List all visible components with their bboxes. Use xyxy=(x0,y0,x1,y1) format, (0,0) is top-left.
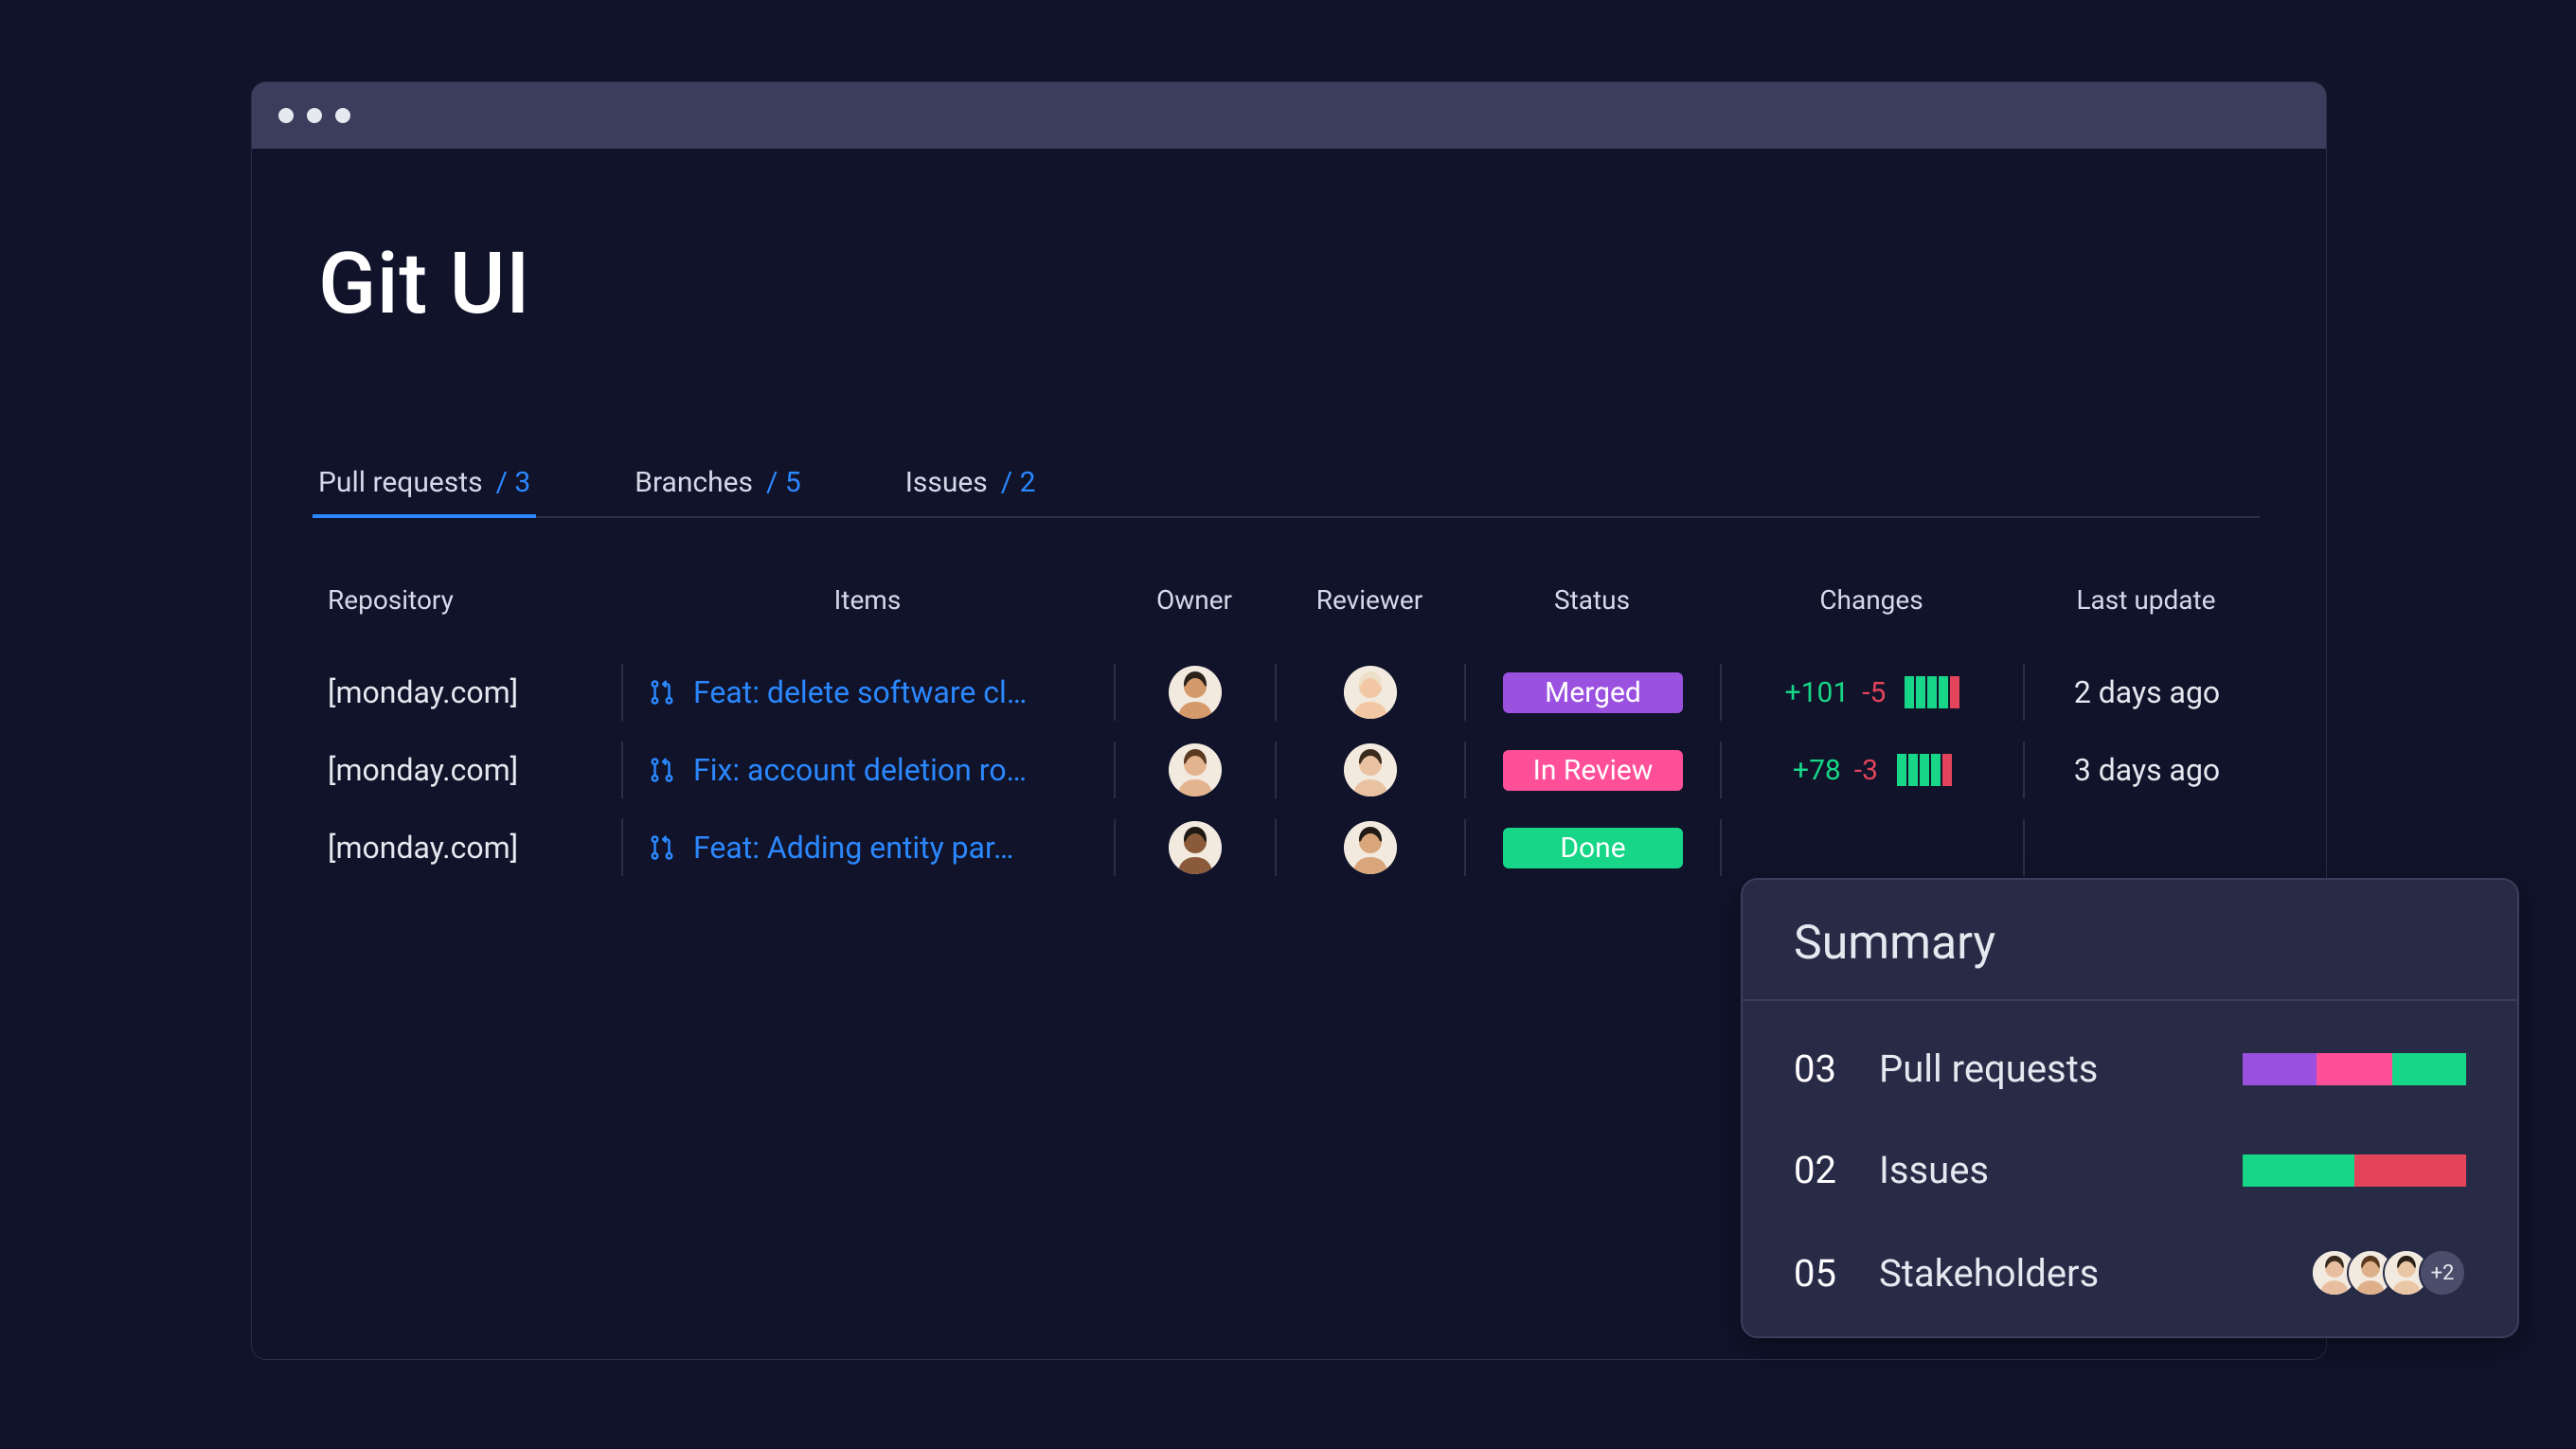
col-status: Status xyxy=(1464,584,1720,616)
summary-label: Issues xyxy=(1879,1148,2216,1192)
cell-repository: [monday.com] xyxy=(318,664,621,721)
cell-owner xyxy=(1114,819,1275,876)
window-dot[interactable] xyxy=(307,108,322,123)
item-title: Feat: delete software cl… xyxy=(693,674,1027,710)
cell-last-update xyxy=(2023,819,2269,876)
summary-header: Summary xyxy=(1743,880,2517,1001)
avatar[interactable] xyxy=(1344,743,1397,796)
tab-label: Branches xyxy=(635,466,753,499)
cell-reviewer xyxy=(1275,742,1464,798)
cell-item-link[interactable]: Fix: account deletion ro… xyxy=(621,742,1114,798)
pull-request-icon xyxy=(648,678,676,707)
summary-label: Pull requests xyxy=(1879,1046,2216,1091)
cell-last-update: 2 days ago xyxy=(2023,664,2269,721)
tab-branches[interactable]: Branches / 5 xyxy=(635,466,800,516)
changes-additions: +78 xyxy=(1793,754,1841,787)
summary-count: 02 xyxy=(1794,1148,1852,1192)
col-changes: Changes xyxy=(1720,584,2023,616)
col-repository: Repository xyxy=(318,584,621,616)
cell-repository: [monday.com] xyxy=(318,819,621,876)
pull-request-icon xyxy=(648,756,676,784)
summary-bar xyxy=(2243,1053,2466,1085)
changes-bar-icon xyxy=(1905,676,1959,708)
col-owner: Owner xyxy=(1114,584,1275,616)
col-reviewer: Reviewer xyxy=(1275,584,1464,616)
tab-count: / 5 xyxy=(766,466,801,499)
status-badge: Merged xyxy=(1503,672,1683,713)
table-row[interactable]: [monday.com] Feat: Adding entity par… Do… xyxy=(318,809,2260,886)
cell-reviewer xyxy=(1275,664,1464,721)
summary-count: 03 xyxy=(1794,1046,1852,1091)
cell-item-link[interactable]: Feat: delete software cl… xyxy=(621,664,1114,721)
window-dot[interactable] xyxy=(278,108,294,123)
summary-label: Stakeholders xyxy=(1879,1251,2284,1296)
tab-count: / 2 xyxy=(1001,466,1036,499)
table-row[interactable]: [monday.com] Fix: account deletion ro… I… xyxy=(318,731,2260,809)
avatar[interactable] xyxy=(1344,821,1397,874)
pull-request-icon xyxy=(648,833,676,862)
changes-additions: +101 xyxy=(1785,676,1850,709)
summary-count: 05 xyxy=(1794,1251,1852,1296)
tab-issues[interactable]: Issues / 2 xyxy=(905,466,1036,516)
page-title: Git UI xyxy=(318,234,2260,333)
tab-count: / 3 xyxy=(496,466,531,499)
cell-last-update: 3 days ago xyxy=(2023,742,2269,798)
avatar-stack: +2 xyxy=(2311,1249,2466,1297)
tab-label: Issues xyxy=(905,466,988,499)
summary-bar xyxy=(2243,1154,2466,1187)
avatar-more-badge[interactable]: +2 xyxy=(2419,1249,2466,1297)
col-last-update: Last update xyxy=(2023,584,2269,616)
table-row[interactable]: [monday.com] Feat: delete software cl… M… xyxy=(318,653,2260,731)
avatar[interactable] xyxy=(1344,666,1397,719)
avatar[interactable] xyxy=(1169,821,1222,874)
summary-row: 02 Issues xyxy=(1794,1148,2466,1192)
cell-changes: +78 -3 xyxy=(1720,742,2023,798)
item-title: Feat: Adding entity par… xyxy=(693,830,1013,866)
tabs: Pull requests / 3 Branches / 5 Issues / … xyxy=(318,466,2260,518)
changes-deletions: -5 xyxy=(1862,676,1886,709)
avatar[interactable] xyxy=(1169,666,1222,719)
avatar[interactable] xyxy=(1169,743,1222,796)
tab-pull-requests[interactable]: Pull requests / 3 xyxy=(318,466,530,516)
table-header: Repository Items Owner Reviewer Status C… xyxy=(318,584,2260,616)
item-title: Fix: account deletion ro… xyxy=(693,752,1027,788)
cell-status: Done xyxy=(1464,819,1720,876)
changes-deletions: -3 xyxy=(1854,754,1878,787)
cell-reviewer xyxy=(1275,819,1464,876)
window-titlebar xyxy=(252,82,2326,149)
col-items: Items xyxy=(621,584,1114,616)
summary-row: 03 Pull requests xyxy=(1794,1046,2466,1091)
changes-bar-icon xyxy=(1897,754,1952,786)
tab-label: Pull requests xyxy=(318,466,483,499)
status-badge: Done xyxy=(1503,828,1683,868)
status-badge: In Review xyxy=(1503,750,1683,791)
pr-table: Repository Items Owner Reviewer Status C… xyxy=(318,584,2260,886)
cell-item-link[interactable]: Feat: Adding entity par… xyxy=(621,819,1114,876)
cell-changes: +101 -5 xyxy=(1720,664,2023,721)
window-dot[interactable] xyxy=(335,108,350,123)
summary-title: Summary xyxy=(1794,916,2466,971)
cell-owner xyxy=(1114,742,1275,798)
cell-status: Merged xyxy=(1464,664,1720,721)
cell-status: In Review xyxy=(1464,742,1720,798)
summary-row: 05 Stakeholders +2 xyxy=(1794,1249,2466,1297)
cell-repository: [monday.com] xyxy=(318,742,621,798)
cell-owner xyxy=(1114,664,1275,721)
summary-card: Summary 03 Pull requests 02 Issues 05 St… xyxy=(1741,878,2519,1338)
cell-changes xyxy=(1720,819,2023,876)
